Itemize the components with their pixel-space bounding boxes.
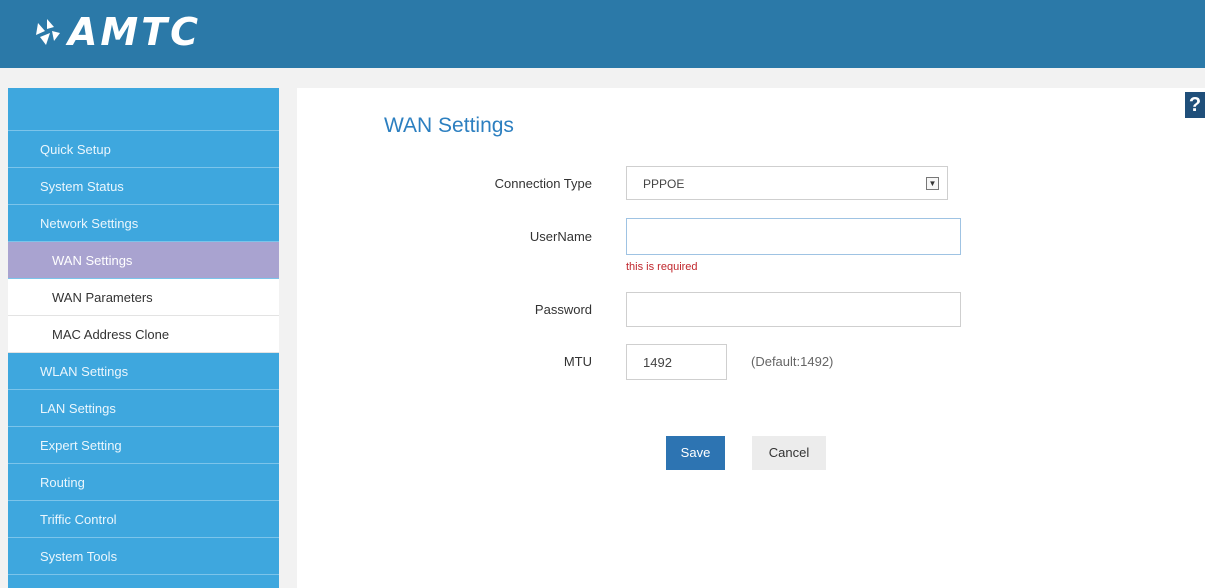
password-label: Password	[534, 302, 592, 317]
username-error-text: this is required	[626, 261, 698, 273]
connection-type-value: PPPOE	[643, 177, 685, 191]
sidebar-item-lan-settings[interactable]: LAN Settings	[8, 390, 279, 427]
main-content	[297, 88, 1205, 588]
mtu-label: MTU	[563, 354, 592, 369]
help-icon[interactable]: ?	[1185, 92, 1205, 118]
sidebar-spacer	[8, 88, 279, 131]
sidebar-item-quick-setup[interactable]: Quick Setup	[8, 131, 279, 168]
connection-type-label: Connection Type	[494, 176, 592, 191]
username-label: UserName	[529, 229, 592, 244]
brand-name: AMTC	[68, 10, 202, 54]
sidebar-item-expert-setting[interactable]: Expert Setting	[8, 427, 279, 464]
sidebar-item-network-settings[interactable]: Network Settings	[8, 205, 279, 242]
header-bar: AMTC	[0, 0, 1205, 68]
sidebar-item-system-status[interactable]: System Status	[8, 168, 279, 205]
save-button[interactable]: Save	[666, 436, 725, 470]
sidebar-item-mac-address-clone[interactable]: MAC Address Clone	[8, 316, 279, 353]
page-title: WAN Settings	[384, 114, 514, 137]
sidebar-item-wan-settings[interactable]: WAN Settings	[8, 242, 279, 279]
username-input[interactable]	[626, 218, 961, 255]
cancel-button[interactable]: Cancel	[752, 436, 826, 470]
sidebar-nav: Quick Setup System Status Network Settin…	[8, 88, 279, 588]
mtu-input[interactable]: 1492	[626, 344, 727, 380]
sidebar-item-wan-parameters[interactable]: WAN Parameters	[8, 279, 279, 316]
connection-type-select[interactable]: PPPOE ▼	[626, 166, 948, 200]
sidebar-item-routing[interactable]: Routing	[8, 464, 279, 501]
dropdown-arrow-icon[interactable]: ▼	[926, 177, 939, 190]
sidebar-item-wlan-settings[interactable]: WLAN Settings	[8, 353, 279, 390]
mtu-default-hint: (Default:1492)	[751, 354, 834, 369]
amtc-logo-icon	[36, 19, 60, 45]
sidebar-item-system-tools[interactable]: System Tools	[8, 538, 279, 575]
password-input[interactable]	[626, 292, 961, 327]
sidebar-item-traffic-control[interactable]: Triffic Control	[8, 501, 279, 538]
brand-logo: AMTC	[30, 12, 201, 52]
